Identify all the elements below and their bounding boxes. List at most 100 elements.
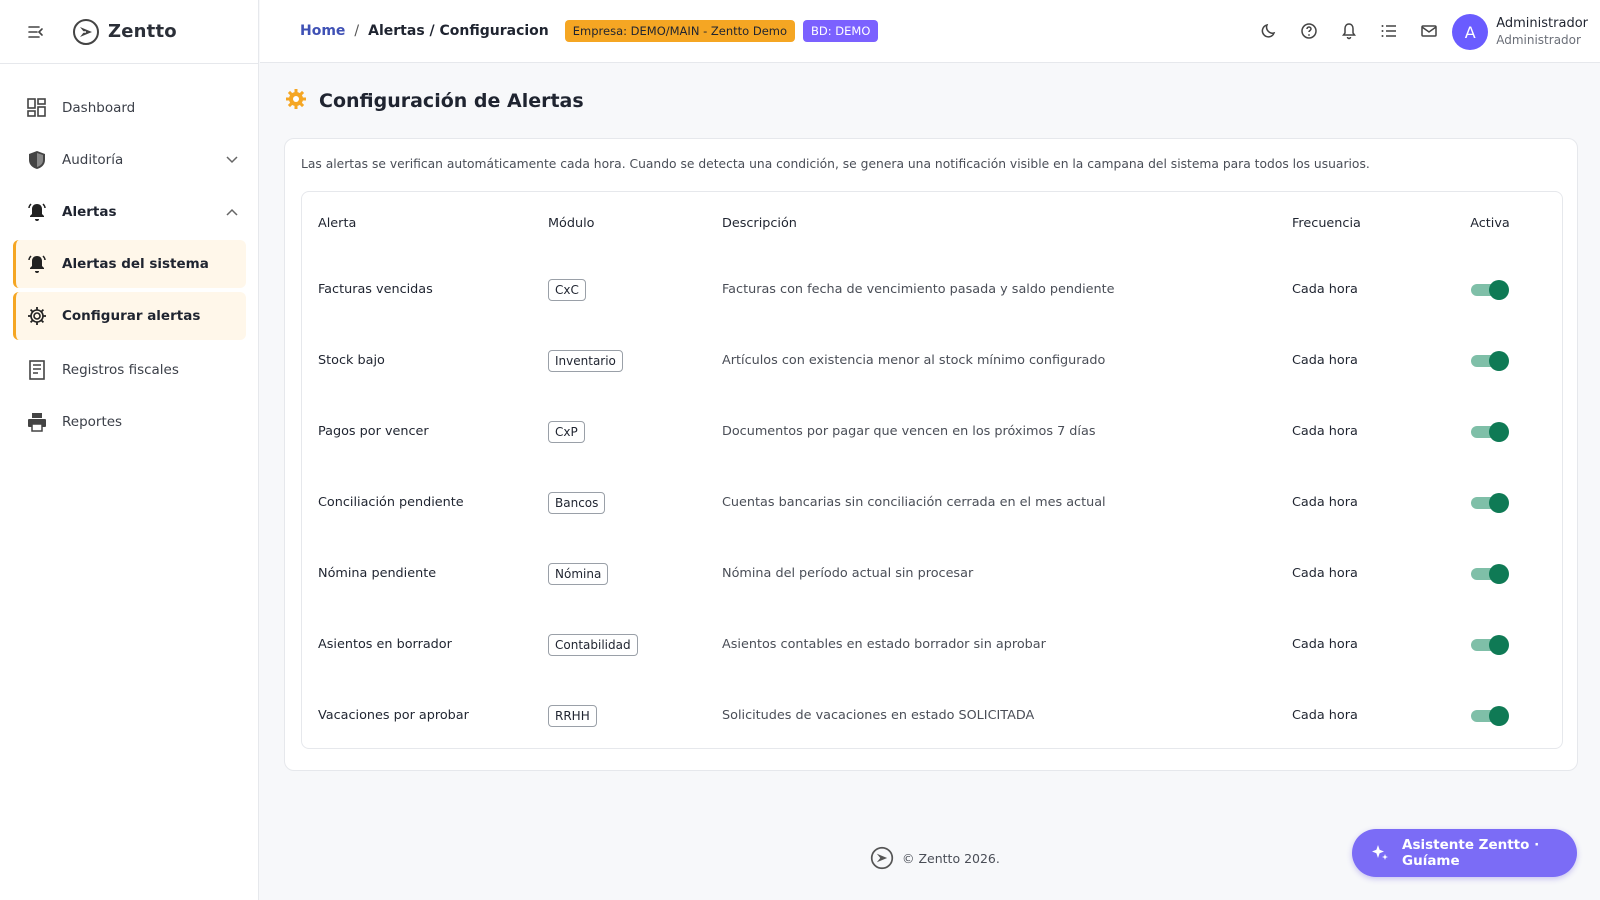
sidebar-item-reportes[interactable]: Reportes: [0, 396, 258, 448]
alert-name: Nómina pendiente: [318, 566, 437, 581]
alert-frequency: Cada hora: [1292, 495, 1358, 510]
sidebar-item-alertas-del-sistema[interactable]: Alertas del sistema: [13, 240, 246, 288]
assistant-label: Asistente Zentto · Guíame: [1402, 837, 1540, 869]
module-chip: RRHH: [548, 704, 597, 727]
sidebar-item-dashboard[interactable]: Dashboard: [0, 82, 258, 134]
bell-icon: [26, 201, 48, 223]
sidebar-item-label: Alertas: [62, 204, 117, 220]
receipt-icon: [26, 359, 48, 381]
column-header-descripcion[interactable]: Descripción: [722, 192, 1292, 254]
alerts-table-container: Alerta Módulo Descripción Frecuencia Act…: [301, 191, 1563, 749]
topbar-actions: [1240, 20, 1440, 42]
module-chip: CxP: [548, 420, 585, 443]
database-badge[interactable]: BD: DEMO: [803, 20, 879, 42]
alert-name: Stock bajo: [318, 353, 385, 368]
app-logo[interactable]: Zentto: [72, 18, 177, 46]
sidebar-item-label: Reportes: [62, 414, 123, 430]
column-header-activa[interactable]: Activa: [1418, 192, 1562, 254]
sidebar-item-label: Alertas del sistema: [62, 256, 209, 272]
gear-icon: [26, 305, 48, 327]
active-toggle[interactable]: [1471, 634, 1509, 656]
active-toggle[interactable]: [1471, 279, 1509, 301]
active-toggle[interactable]: [1471, 705, 1509, 727]
sparkle-icon: [1370, 843, 1390, 863]
dark-mode-icon[interactable]: [1258, 20, 1280, 42]
sidebar-item-registros-fiscales[interactable]: Registros fiscales: [0, 344, 258, 396]
chevron-down-icon: [226, 152, 238, 168]
column-header-modulo[interactable]: Módulo: [548, 192, 722, 254]
sidebar-item-alertas[interactable]: Alertas: [0, 186, 258, 238]
list-icon[interactable]: [1378, 20, 1400, 42]
active-toggle[interactable]: [1471, 492, 1509, 514]
assistant-button[interactable]: Asistente Zentto · Guíame: [1352, 829, 1577, 877]
active-toggle[interactable]: [1471, 421, 1509, 443]
chevron-up-icon: [226, 204, 238, 220]
alert-name: Facturas vencidas: [318, 282, 433, 297]
page-heading: Configuración de Alertas: [319, 90, 584, 112]
menu-collapse-icon[interactable]: [26, 22, 46, 42]
topbar: Home / Alertas / Configuracion Empresa: …: [260, 0, 1600, 63]
table-row: Conciliación pendiente Bancos Cuentas ba…: [302, 467, 1562, 538]
active-toggle[interactable]: [1471, 350, 1509, 372]
user-role: Administrador: [1496, 33, 1581, 47]
alert-description: Nómina del período actual sin procesar: [722, 566, 974, 581]
alerts-table: Alerta Módulo Descripción Frecuencia Act…: [302, 192, 1562, 751]
breadcrumb-current: Alertas / Configuracion: [368, 23, 549, 39]
alert-description: Artículos con existencia menor al stock …: [722, 353, 1106, 368]
table-row: Pagos por vencer CxP Documentos por paga…: [302, 396, 1562, 467]
table-row: Vacaciones por aprobar RRHH Solicitudes …: [302, 680, 1562, 751]
module-chip: Bancos: [548, 491, 606, 514]
info-text: Las alertas se verifican automáticamente…: [301, 157, 1370, 171]
mail-icon[interactable]: [1418, 20, 1440, 42]
breadcrumb-separator: /: [354, 23, 360, 39]
breadcrumb-home-link[interactable]: Home: [300, 23, 345, 39]
alert-frequency: Cada hora: [1292, 282, 1358, 297]
alert-frequency: Cada hora: [1292, 566, 1358, 581]
alert-description: Cuentas bancarias sin conciliación cerra…: [722, 495, 1106, 510]
notifications-icon[interactable]: [1338, 20, 1360, 42]
column-header-frecuencia[interactable]: Frecuencia: [1292, 192, 1418, 254]
alert-name: Asientos en borrador: [318, 637, 452, 652]
sidebar-item-configurar-alertas[interactable]: Configurar alertas: [13, 292, 246, 340]
table-row: Facturas vencidas CxC Facturas con fecha…: [302, 254, 1562, 325]
module-chip: Nómina: [548, 562, 609, 585]
alert-name: Vacaciones por aprobar: [318, 708, 469, 723]
sidebar-item-auditoria[interactable]: Auditoría: [0, 134, 258, 186]
table-row: Nómina pendiente Nómina Nómina del perío…: [302, 538, 1562, 609]
sidebar: Zentto Dashboard Auditoría Alertas Alert…: [0, 0, 259, 900]
dashboard-icon: [26, 97, 48, 119]
bell-icon: [26, 253, 48, 275]
alerts-config-card: Las alertas se verifican automáticamente…: [284, 138, 1578, 771]
active-toggle[interactable]: [1471, 563, 1509, 585]
gear-icon: [285, 88, 307, 114]
user-name: Administrador: [1496, 16, 1588, 31]
column-header-alerta[interactable]: Alerta: [302, 192, 548, 254]
zentto-logo-icon: [73, 18, 99, 45]
company-badge[interactable]: Empresa: DEMO/MAIN - Zentto Demo: [564, 20, 796, 42]
alert-description: Documentos por pagar que vencen en los p…: [722, 424, 1096, 439]
user-menu[interactable]: A Administrador Administrador: [1452, 14, 1588, 50]
alert-frequency: Cada hora: [1292, 708, 1358, 723]
module-chip: Inventario: [548, 349, 623, 372]
sidebar-item-label: Registros fiscales: [62, 362, 179, 378]
footer: © Zentto 2026.: [870, 846, 1000, 870]
help-icon[interactable]: [1298, 20, 1320, 42]
module-chip: CxC: [548, 278, 586, 301]
alert-frequency: Cada hora: [1292, 637, 1358, 652]
alert-name: Pagos por vencer: [318, 424, 429, 439]
alert-frequency: Cada hora: [1292, 353, 1358, 368]
table-row: Asientos en borrador Contabilidad Asient…: [302, 609, 1562, 680]
alert-description: Solicitudes de vacaciones en estado SOLI…: [722, 708, 1035, 723]
sidebar-nav: Dashboard Auditoría Alertas Alertas del …: [0, 64, 258, 448]
alert-frequency: Cada hora: [1292, 424, 1358, 439]
sidebar-item-label: Dashboard: [62, 100, 136, 116]
alert-description: Asientos contables en estado borrador si…: [722, 637, 1046, 652]
app-name: Zentto: [108, 21, 177, 42]
table-header-row: Alerta Módulo Descripción Frecuencia Act…: [302, 192, 1562, 254]
shield-icon: [26, 149, 48, 171]
avatar: A: [1452, 14, 1489, 50]
sidebar-header: Zentto: [0, 0, 258, 64]
module-chip: Contabilidad: [548, 633, 638, 656]
zentto-logo-icon: [870, 846, 894, 870]
printer-icon: [26, 411, 48, 433]
